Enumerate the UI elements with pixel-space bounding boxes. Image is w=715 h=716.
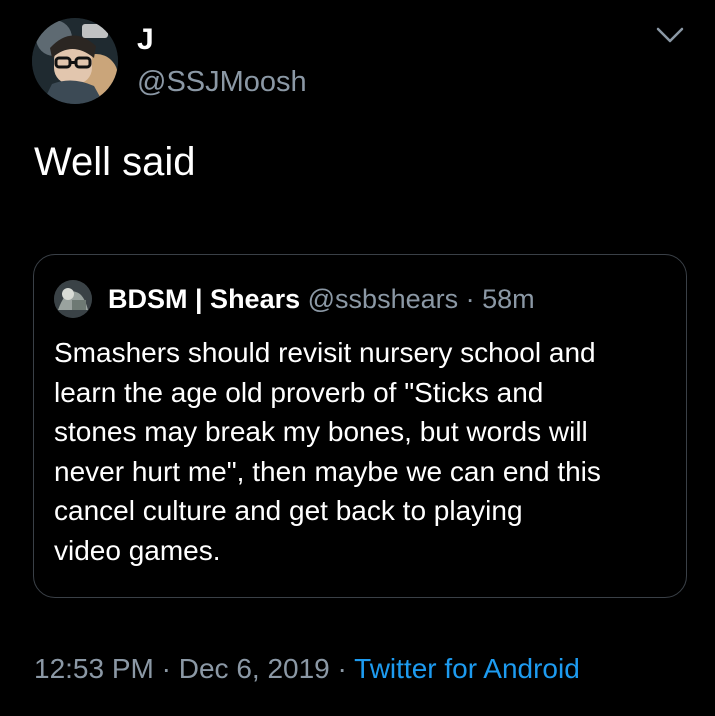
quoted-header: BDSM | Shears @ssbshears · 58m <box>108 282 535 316</box>
meta-separator: · <box>337 653 347 684</box>
avatar-image <box>32 18 118 104</box>
header-separator: · <box>465 284 475 314</box>
quoted-timestamp: 58m <box>482 284 535 314</box>
quoted-text-line: never hurt me", then maybe we can end th… <box>54 455 601 487</box>
tweet-meta: 12:53 PM · Dec 6, 2019 · Twitter for And… <box>34 651 580 687</box>
quoted-text-line: stones may break my bones, but words wil… <box>54 416 588 447</box>
chevron-down-icon[interactable] <box>655 24 685 46</box>
quoted-text-line: cancel culture and get back to playing <box>54 495 523 526</box>
quoted-avatar-image <box>54 280 92 318</box>
tweet-time[interactable]: 12:53 PM <box>34 653 154 684</box>
quoted-tweet-text: Smashers should revisit nursery school a… <box>54 333 674 570</box>
tweet: J @SSJMoosh Well said BDSM | Shears @ssb… <box>0 0 715 716</box>
quoted-author-name: BDSM | Shears <box>108 284 301 314</box>
quoted-tweet-card[interactable]: BDSM | Shears @ssbshears · 58m Smashers … <box>33 254 687 598</box>
author-handle[interactable]: @SSJMoosh <box>137 64 307 100</box>
tweet-source-link[interactable]: Twitter for Android <box>354 653 580 684</box>
author-avatar[interactable] <box>32 18 118 104</box>
author-display-name[interactable]: J <box>137 22 307 58</box>
quoted-text-line: Smashers should revisit nursery school a… <box>54 337 596 368</box>
tweet-date[interactable]: Dec 6, 2019 <box>179 653 330 684</box>
quoted-text-line: learn the age old proverb of "Sticks and <box>54 376 544 408</box>
quoted-text-line: video games. <box>54 534 221 566</box>
tweet-text: Well said <box>34 140 196 184</box>
quoted-author-avatar <box>54 280 92 318</box>
quoted-author-handle: @ssbshears <box>307 284 459 314</box>
author-info[interactable]: J @SSJMoosh <box>137 22 307 100</box>
meta-separator: · <box>161 653 171 684</box>
